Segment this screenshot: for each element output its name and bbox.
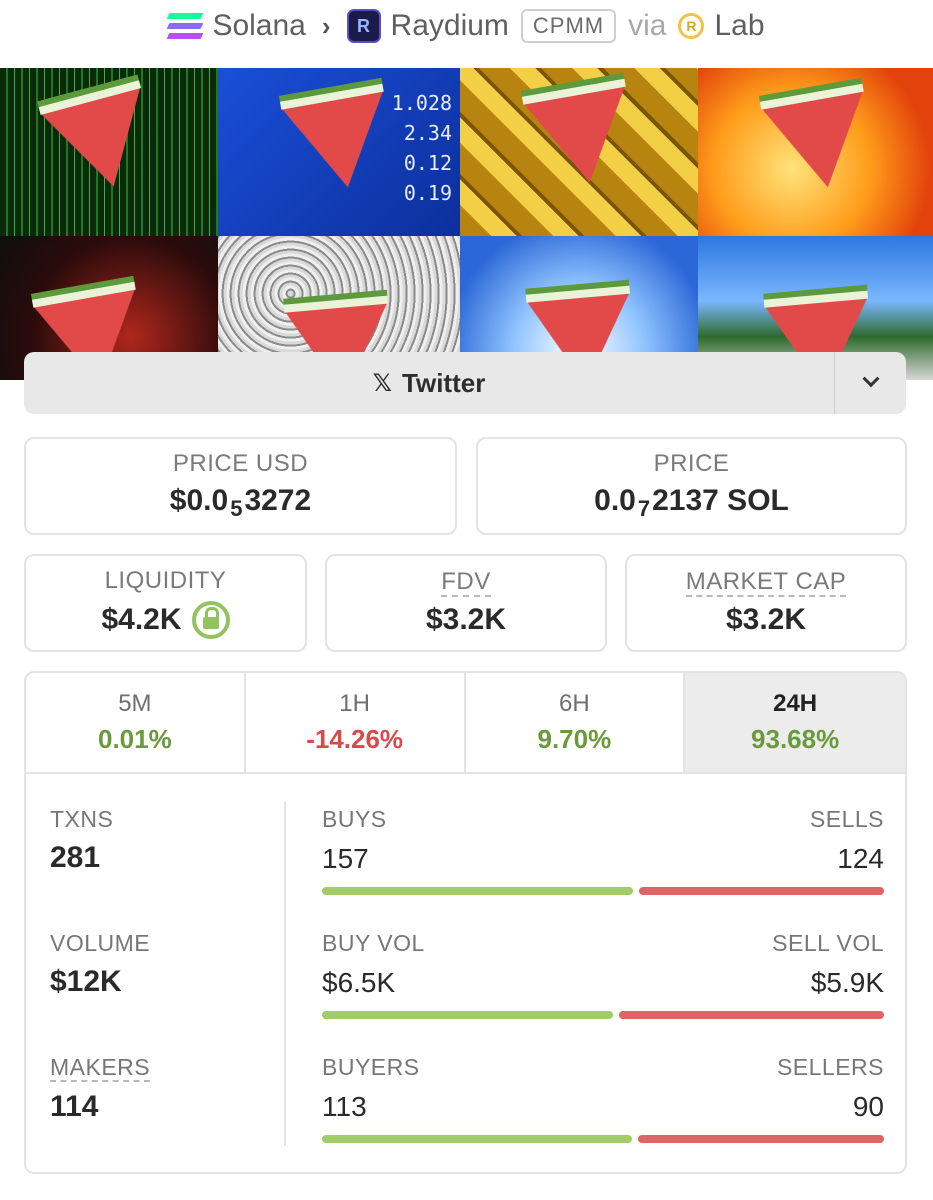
volume-split: BUY VOL SELL VOL $6.5K $5.9K <box>322 930 884 1019</box>
sell-bar <box>639 887 884 895</box>
liquidity-card: LIQUIDITY $4.2K <box>24 554 307 652</box>
txns-split: BUYS SELLS 157 124 <box>322 806 884 895</box>
banner-tile-gold <box>460 68 698 236</box>
buy-bar <box>322 887 633 895</box>
solana-icon <box>167 13 204 39</box>
price-native-zero-count: 7 <box>637 496 651 521</box>
buys-label: BUYS <box>322 806 387 832</box>
chevron-right-icon: › <box>321 10 331 41</box>
price-native-card: PRICE 0.072137 SOL <box>476 437 907 535</box>
x-logo-icon: 𝕏 <box>372 369 393 397</box>
market-cap-value: $3.2K <box>725 603 807 636</box>
price-change-value: 0.01% <box>98 724 172 754</box>
via-label: via <box>628 9 667 42</box>
price-usd-zero-count: 5 <box>230 496 243 521</box>
twitter-label: Twitter <box>402 367 486 398</box>
txns-metric: TXNS 281 <box>50 806 113 875</box>
txns-label: TXNS <box>50 806 114 832</box>
volume-ratio-bar <box>322 1011 884 1019</box>
makers-ratio-bar <box>322 1135 884 1143</box>
liquidity-lock-icon[interactable] <box>191 601 230 639</box>
price-usd-label: PRICE USD <box>172 450 309 477</box>
price-usd-digits: 3272 <box>244 484 312 517</box>
dex-label: Raydium <box>390 9 509 42</box>
price-native-digits: 2137 SOL <box>652 484 789 517</box>
sell-vol-label: SELL VOL <box>772 930 884 956</box>
liquidity-label: LIQUIDITY <box>104 567 227 594</box>
fdv-label[interactable]: FDV <box>441 569 491 597</box>
fdv-value: $3.2K <box>425 603 507 636</box>
market-cap-label[interactable]: MARKET CAP <box>685 569 847 597</box>
raydium-icon: R <box>346 9 381 43</box>
price-native-prefix: 0.0 <box>594 484 636 517</box>
breadcrumb-source[interactable]: R Lab <box>678 9 765 43</box>
chevron-down-icon <box>862 370 879 388</box>
buy-bar <box>322 1135 632 1143</box>
buy-vol-label: BUY VOL <box>322 930 425 956</box>
market-cap-card: MARKET CAP $3.2K <box>625 554 907 652</box>
pool-type-badge: CPMM <box>520 9 617 43</box>
liquidity-value-row: $4.2K <box>101 601 230 639</box>
tab-24h[interactable]: 24H 93.68% <box>685 673 905 772</box>
volume-label: VOLUME <box>50 930 151 956</box>
buy-vol-value: $6.5K <box>322 967 396 998</box>
sell-bar <box>638 1135 884 1143</box>
volume-value: $12K <box>50 965 122 998</box>
makers-value: 114 <box>50 1090 99 1123</box>
price-change-value: 9.70% <box>537 724 612 754</box>
price-usd-value: $0.053272 <box>170 484 311 522</box>
tab-5m[interactable]: 5M 0.01% <box>26 673 246 772</box>
breadcrumb-dex[interactable]: R Raydium <box>346 9 509 43</box>
txns-value: 281 <box>50 841 101 874</box>
twitter-button[interactable]: 𝕏 Twitter <box>24 352 834 414</box>
price-usd-prefix: $0.0 <box>169 484 229 517</box>
makers-label[interactable]: MAKERS <box>50 1054 151 1082</box>
sells-label: SELLS <box>809 806 884 832</box>
price-native-label: PRICE <box>653 450 730 477</box>
social-links-bar: 𝕏 Twitter <box>24 352 906 414</box>
makers-metric: MAKERS 114 <box>50 1054 151 1124</box>
social-dropdown-button[interactable] <box>834 352 906 414</box>
banner-tile-stocks: 1.028 2.34 0.12 0.19 <box>218 68 460 236</box>
price-usd-card: PRICE USD $0.053272 <box>24 437 457 535</box>
price-change-value: -14.26% <box>306 724 404 754</box>
trading-stats-panel: 5M 0.01% 1H -14.26% 6H 9.70% 24H 93.68% … <box>24 671 907 1174</box>
sellers-label: SELLERS <box>776 1054 884 1080</box>
breadcrumb: Solana › R Raydium CPMM via R Lab <box>0 0 933 52</box>
token-banner-image: 1.028 2.34 0.12 0.19 <box>0 68 933 380</box>
tab-1h[interactable]: 1H -14.26% <box>246 673 466 772</box>
tab-6h[interactable]: 6H 9.70% <box>466 673 686 772</box>
banner-tile-matrix <box>0 68 218 236</box>
tab-label: 6H <box>559 690 590 717</box>
banner-tile-fire <box>698 68 933 236</box>
sell-vol-value: $5.9K <box>810 967 884 998</box>
sells-value: 124 <box>837 843 884 874</box>
buy-bar <box>322 1011 613 1019</box>
tab-label: 5M <box>118 690 152 717</box>
price-change-value: 93.68% <box>751 724 840 754</box>
buyers-value: 113 <box>322 1091 367 1122</box>
tab-label: 1H <box>339 690 370 717</box>
buyers-label: BUYERS <box>322 1054 420 1080</box>
chain-label: Solana <box>212 9 306 42</box>
volume-metric: VOLUME $12K <box>50 930 150 999</box>
lab-icon: R <box>678 13 705 39</box>
timeframe-tabs: 5M 0.01% 1H -14.26% 6H 9.70% 24H 93.68% <box>26 673 905 774</box>
fdv-card: FDV $3.2K <box>325 554 607 652</box>
sell-bar <box>619 1011 884 1019</box>
liquidity-value: $4.2K <box>101 603 182 636</box>
source-label: Lab <box>714 9 765 42</box>
makers-split: BUYERS SELLERS 113 90 <box>322 1054 884 1143</box>
price-native-value: 0.072137 SOL <box>594 484 789 522</box>
breadcrumb-chain[interactable]: Solana <box>167 9 306 43</box>
tab-label: 24H <box>773 690 818 717</box>
buys-value: 157 <box>322 843 369 874</box>
sellers-value: 90 <box>852 1091 884 1122</box>
txns-ratio-bar <box>322 887 884 895</box>
